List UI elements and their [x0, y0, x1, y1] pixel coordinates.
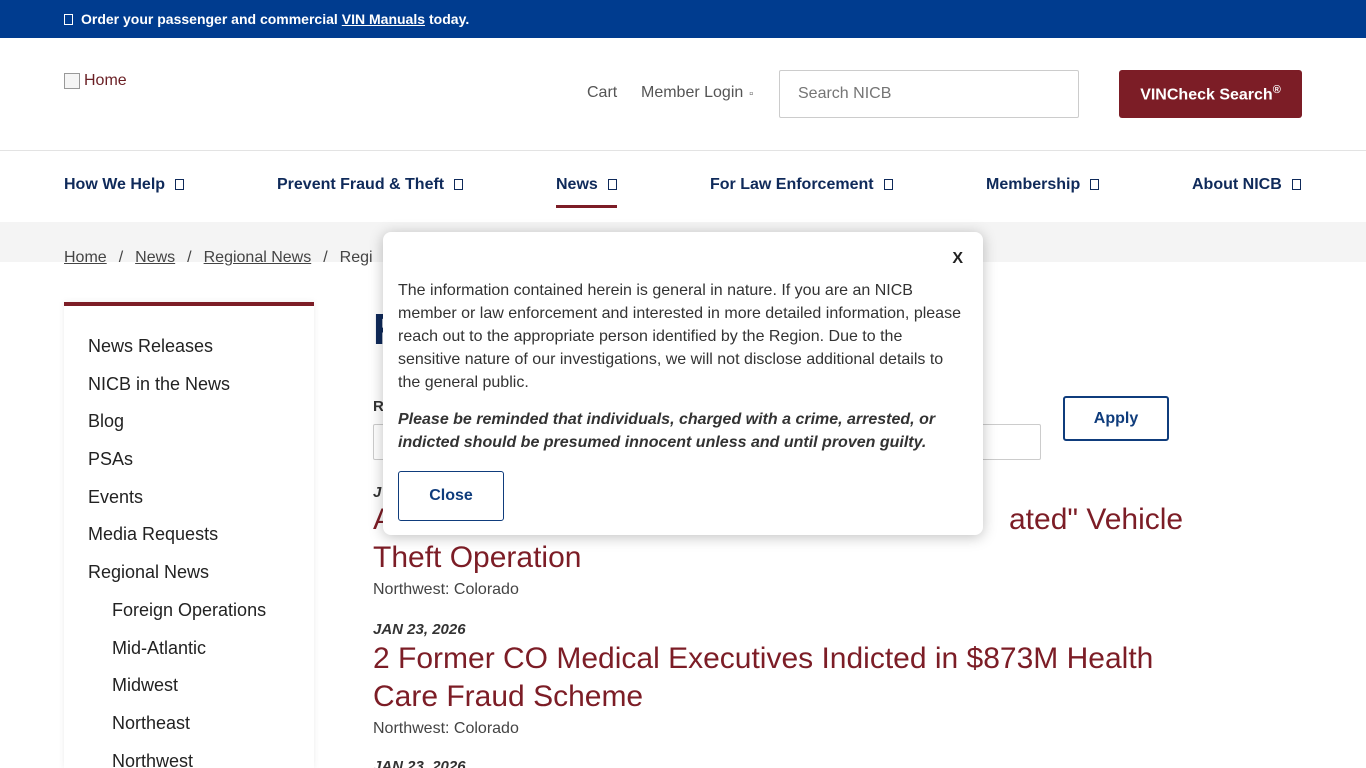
sidebar-item-psas[interactable]: PSAs [88, 449, 133, 470]
breadcrumb-regional-news[interactable]: Regional News [204, 249, 312, 266]
chevron-down-icon [1291, 179, 1301, 191]
breadcrumb-current: Regi [339, 249, 373, 266]
breadcrumb-separator: / [118, 249, 124, 266]
article-title-line2: Care Fraud Scheme [373, 680, 644, 713]
chevron-down-icon: ▫ [749, 88, 754, 100]
article-item: JAN 23, 2026 [373, 758, 1253, 768]
registered-mark: ® [1272, 83, 1281, 96]
vincheck-label: VINCheck Search [1140, 86, 1273, 104]
chevron-down-icon [607, 179, 617, 191]
disclaimer-modal: X The information contained herein is ge… [383, 232, 983, 535]
member-login-menu[interactable]: Member Login ▫ [641, 84, 753, 102]
article-region: Northwest: Colorado [373, 720, 519, 737]
nav-about-nicb[interactable]: About NICB [1192, 176, 1301, 194]
sidebar-item-media-requests[interactable]: Media Requests [88, 524, 218, 545]
sidebar-item-news-releases[interactable]: News Releases [88, 336, 213, 357]
sidebar-item-blog[interactable]: Blog [88, 411, 124, 432]
site-header: Home Cart Member Login ▫ VINCheck Search® [0, 38, 1366, 151]
article-title-link[interactable]: 2 Former CO Medical Executives Indicted … [373, 640, 1253, 716]
breadcrumb-home[interactable]: Home [64, 249, 107, 266]
nav-label: News [556, 176, 598, 193]
chevron-down-icon [454, 179, 464, 191]
nav-label: About NICB [1192, 176, 1282, 193]
article-date: JAN 23, 2026 [373, 621, 466, 638]
member-login-label: Member Login [641, 84, 744, 101]
breadcrumb: Home / News / Regional News / Regi [64, 249, 373, 267]
sidebar-subitem-mid-atlantic[interactable]: Mid-Atlantic [112, 638, 206, 659]
nav-prevent-fraud-theft[interactable]: Prevent Fraud & Theft [277, 176, 464, 194]
sidebar-item-events[interactable]: Events [88, 487, 143, 508]
close-button[interactable]: Close [398, 471, 504, 521]
article-title-line2[interactable]: Theft Operation [373, 539, 1253, 577]
nav-membership[interactable]: Membership [986, 176, 1100, 194]
sidebar-subitem-foreign-operations[interactable]: Foreign Operations [112, 600, 266, 621]
cart-link[interactable]: Cart [587, 84, 617, 102]
sidebar-item-nicb-in-the-news[interactable]: NICB in the News [88, 374, 230, 395]
breadcrumb-news[interactable]: News [135, 249, 175, 266]
logo-alt-text: Home [84, 72, 127, 89]
nav-label: Prevent Fraud & Theft [277, 176, 445, 193]
main-nav: How We Help Prevent Fraud & Theft News F… [0, 152, 1366, 222]
chevron-down-icon [175, 179, 185, 191]
chevron-down-icon [1090, 179, 1100, 191]
article-date: JAN 23, 2026 [373, 758, 466, 768]
sidebar-subitem-northeast[interactable]: Northeast [112, 713, 190, 734]
article-title-line1: 2 Former CO Medical Executives Indicted … [373, 642, 1154, 675]
announcement-text-end: today. [429, 11, 470, 27]
chevron-down-icon [883, 179, 893, 191]
announcement-bar: Order your passenger and commercial VIN … [0, 0, 1366, 38]
vin-manuals-link[interactable]: VIN Manuals [342, 11, 425, 27]
vincheck-search-button[interactable]: VINCheck Search® [1119, 70, 1302, 118]
home-logo-link[interactable]: Home [64, 72, 127, 90]
breadcrumb-separator: / [187, 249, 192, 266]
info-icon [64, 13, 73, 25]
sidebar-subitem-northwest[interactable]: Northwest [112, 751, 193, 768]
article-title-line1-right: ated" Vehicle [1009, 503, 1184, 536]
broken-image-icon [64, 73, 80, 89]
breadcrumb-separator: / [323, 249, 328, 266]
article-region: Northwest: Colorado [373, 581, 519, 598]
nav-law-enforcement[interactable]: For Law Enforcement [710, 176, 893, 194]
search-input[interactable] [779, 70, 1079, 118]
nav-label: For Law Enforcement [710, 176, 874, 193]
presumption-notice: Please be reminded that individuals, cha… [398, 411, 936, 451]
close-icon[interactable]: X [952, 250, 963, 268]
nav-how-we-help[interactable]: How We Help [64, 176, 185, 194]
sidebar-subitem-midwest[interactable]: Midwest [112, 675, 178, 696]
sidebar-nav: News Releases NICB in the News Blog PSAs… [64, 302, 314, 768]
nav-label: Membership [986, 176, 1081, 193]
sidebar-item-regional-news[interactable]: Regional News [88, 562, 209, 583]
announcement-text: Order your passenger and commercial [81, 11, 338, 27]
apply-button[interactable]: Apply [1063, 396, 1169, 441]
disclaimer-text: The information contained herein is gene… [398, 282, 961, 391]
nav-label: How We Help [64, 176, 166, 193]
article-item: JAN 23, 2026 2 Former CO Medical Executi… [373, 621, 1253, 738]
nav-news[interactable]: News [556, 176, 617, 208]
